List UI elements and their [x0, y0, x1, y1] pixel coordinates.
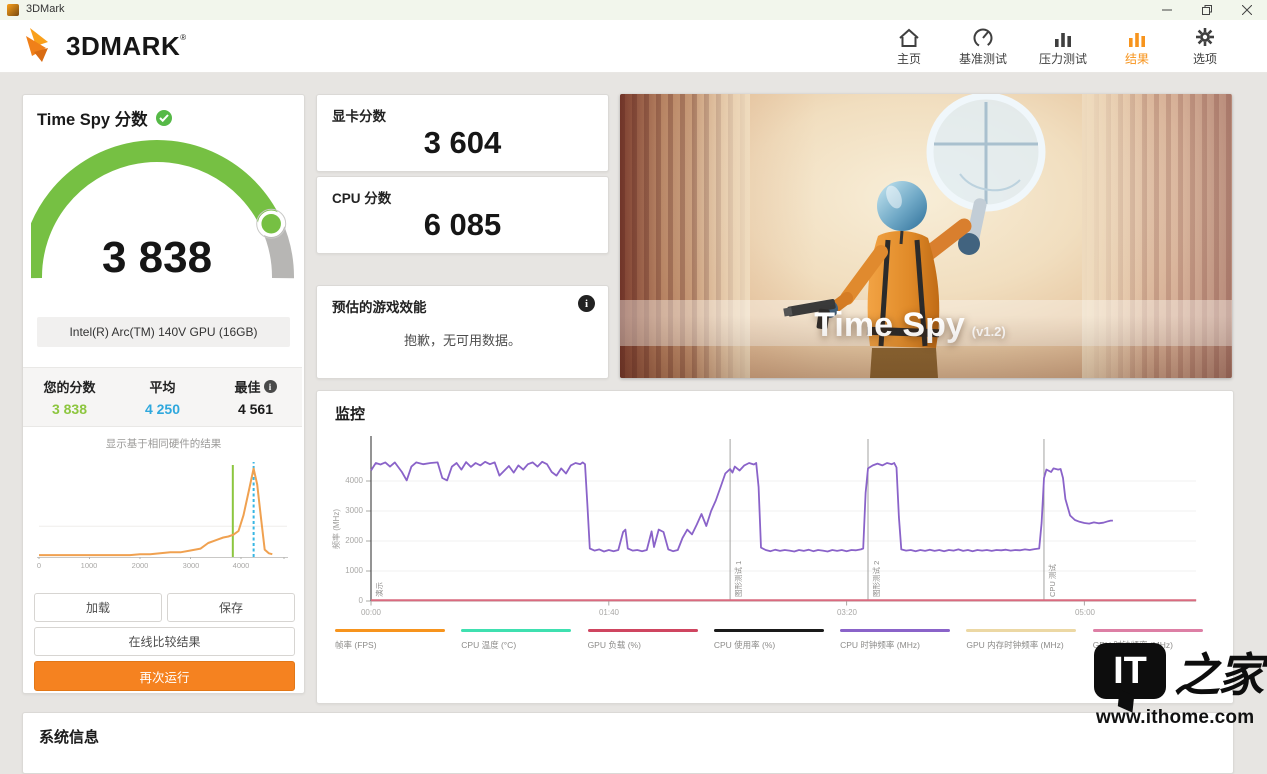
- legend-color-line: [966, 629, 1076, 632]
- legend-color-line: [1093, 629, 1203, 632]
- legend-color-line: [588, 629, 698, 632]
- 3dmark-logo-icon: [22, 26, 66, 66]
- cpu-score-value: 6 085: [317, 207, 608, 243]
- legend-item-gpu-load: GPU 负载 (%): [588, 629, 714, 651]
- monitoring-chart: [317, 391, 1233, 623]
- monitor-ytick: 4000: [333, 476, 363, 485]
- legend-item-cpu-clock: CPU 时钟频率 (MHz): [840, 629, 966, 651]
- section-label-gt1: 图形测试 1: [733, 561, 744, 597]
- score-stats-row: 您的分数 3 838 平均 4 250 最佳i 4 561: [23, 367, 302, 427]
- close-button[interactable]: [1227, 0, 1267, 20]
- stat-your-score: 您的分数 3 838: [23, 368, 116, 426]
- run-again-button[interactable]: 再次运行: [34, 661, 295, 691]
- nav-results[interactable]: 结果: [1103, 24, 1171, 69]
- stat-best-value: 4 561: [209, 401, 302, 417]
- graphics-score-value: 3 604: [317, 125, 608, 161]
- brand-text: 3DMARK: [66, 31, 180, 62]
- ithome-logo-suffix: 之家: [1174, 639, 1262, 705]
- legend-item-gpu-mem-clock: GPU 内存时钟频率 (MHz): [966, 629, 1092, 651]
- nav-stress-test[interactable]: 压力测试: [1023, 24, 1103, 69]
- monitor-ytick: 1000: [333, 566, 363, 575]
- app-icon: [7, 4, 19, 16]
- system-info-card: 系统信息: [22, 712, 1234, 774]
- gpu-name: Intel(R) Arc(TM) 140V GPU (16GB): [37, 317, 290, 347]
- legend-item-cpu-temp: CPU 温度 (°C): [461, 629, 587, 651]
- stat-your-score-value: 3 838: [23, 401, 116, 417]
- 3dmark-logo: 3DMARK®: [22, 26, 186, 66]
- cpu-score-card: CPU 分数 6 085: [316, 176, 609, 254]
- nav-benchmark[interactable]: 基准测试: [943, 24, 1023, 69]
- legend-item-cpu-usage: CPU 使用率 (%): [714, 629, 840, 651]
- monitor-ytick: 0: [333, 596, 363, 605]
- section-label-gt2: 图形测试 2: [871, 561, 882, 597]
- legend-color-line: [714, 629, 824, 632]
- maximize-button[interactable]: [1187, 0, 1227, 20]
- cpu-score-label: CPU 分数: [332, 187, 391, 207]
- banner-vignette: [620, 94, 1232, 378]
- monitor-xtick: 05:00: [1065, 608, 1105, 617]
- window-titlebar: 3DMark: [0, 0, 1267, 21]
- ithome-logo-bubble: IT: [1094, 643, 1166, 699]
- minimize-button[interactable]: [1147, 0, 1187, 20]
- valid-check-icon: [156, 110, 172, 126]
- nav-options[interactable]: 选项: [1171, 24, 1239, 69]
- stat-average-value: 4 250: [116, 401, 209, 417]
- stress-test-bars-icon: [1052, 26, 1074, 48]
- score-histogram-chart: [33, 447, 295, 559]
- legend-color-line: [461, 629, 571, 632]
- game-performance-label: 预估的游戏效能: [332, 296, 427, 316]
- best-info-icon[interactable]: i: [264, 380, 277, 393]
- monitor-ytick: 2000: [333, 536, 363, 545]
- legend-color-line: [840, 629, 950, 632]
- legend-color-line: [335, 629, 445, 632]
- hist-tick: 3000: [173, 561, 209, 570]
- load-button[interactable]: 加载: [34, 593, 162, 622]
- results-bars-icon: [1126, 26, 1148, 48]
- estimated-game-performance-card: 预估的游戏效能 i 抱歉，无可用数据。: [316, 285, 609, 379]
- hist-tick: 1000: [71, 561, 107, 570]
- app-header: 3DMARK® 主页 基准测试 压力测试 结果: [0, 20, 1267, 73]
- monitor-ytick: 3000: [333, 506, 363, 515]
- window-title: 3DMark: [26, 3, 65, 15]
- graphics-score-card: 显卡分数 3 604: [316, 94, 609, 172]
- ithome-watermark: IT 之家 www.ithome.com: [1090, 641, 1267, 733]
- hist-tick: 4000: [223, 561, 259, 570]
- time-spy-score-card: Time Spy 分数 3 838 Intel(R) Arc(TM) 140V …: [22, 94, 305, 694]
- total-score: 3 838: [31, 233, 283, 283]
- gear-icon: [1194, 26, 1216, 48]
- info-icon[interactable]: i: [578, 295, 595, 312]
- nav-home[interactable]: 主页: [875, 24, 943, 69]
- time-spy-banner: Time Spy(v1.2): [620, 94, 1232, 378]
- compare-online-button[interactable]: 在线比较结果: [34, 627, 295, 656]
- section-label-cpu: CPU 测试: [1047, 564, 1058, 597]
- monitor-xtick: 01:40: [589, 608, 629, 617]
- stat-average: 平均 4 250: [116, 368, 209, 426]
- legend-item-fps: 帧率 (FPS): [335, 629, 461, 651]
- score-card-title: Time Spy 分数: [37, 106, 172, 130]
- ithome-url: www.ithome.com: [1096, 707, 1254, 729]
- hist-tick: 2000: [122, 561, 158, 570]
- graphics-score-label: 显卡分数: [332, 105, 386, 125]
- monitor-xtick: 03:20: [827, 608, 867, 617]
- brand-reg: ®: [180, 33, 186, 42]
- hist-tick: 0: [21, 561, 57, 570]
- main-nav: 主页 基准测试 压力测试 结果: [875, 24, 1239, 69]
- stat-best: 最佳i 4 561: [209, 368, 302, 426]
- section-label-demo: 演示: [374, 582, 385, 597]
- save-button[interactable]: 保存: [167, 593, 295, 622]
- monitor-xtick: 00:00: [351, 608, 391, 617]
- no-data-message: 抱歉，无可用数据。: [317, 330, 608, 349]
- benchmark-gauge-icon: [972, 26, 994, 48]
- monitor-legend: 帧率 (FPS) CPU 温度 (°C) GPU 负载 (%) CPU 使用率 …: [335, 629, 1219, 651]
- home-icon: [898, 26, 920, 48]
- system-info-title: 系统信息: [39, 726, 99, 747]
